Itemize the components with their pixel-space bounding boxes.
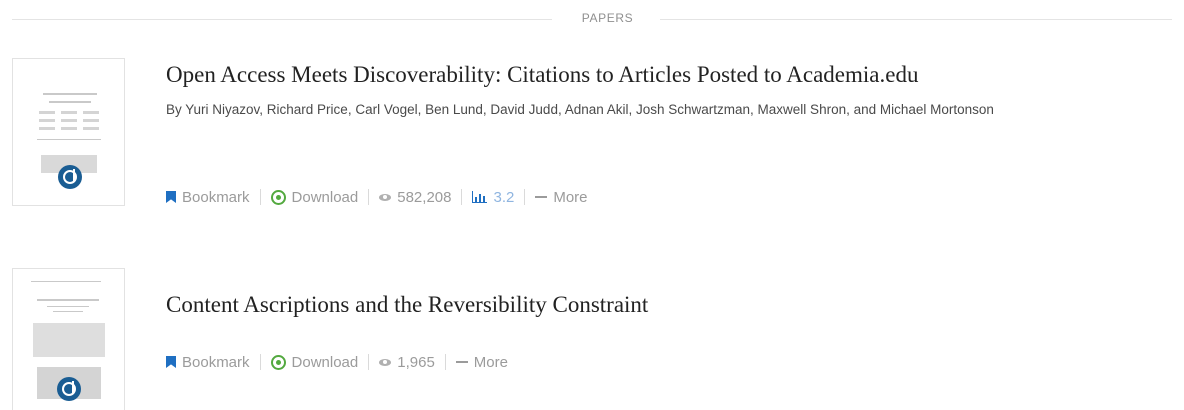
- eye-icon: [379, 193, 392, 201]
- paper-actions: Bookmark Download 1,965 More: [166, 352, 508, 372]
- paper-actions: Bookmark Download 582,208 3.2 More: [166, 187, 588, 207]
- views-value: 1,965: [397, 353, 435, 371]
- separator: [444, 354, 446, 370]
- views-count: 1,965: [379, 354, 435, 371]
- download-icon: [270, 189, 286, 205]
- bookmark-label: Bookmark: [182, 188, 250, 206]
- papers-section: PAPERS Open Access Meets Discoverability…: [0, 0, 1184, 410]
- more-button[interactable]: More: [535, 188, 588, 206]
- separator: [461, 189, 463, 205]
- download-label: Download: [291, 353, 359, 371]
- paper-authors: By Yuri Niyazov, Richard Price, Carl Vog…: [166, 102, 994, 117]
- paper-title[interactable]: Content Ascriptions and the Reversibilit…: [166, 292, 648, 318]
- divider-left: [12, 19, 552, 20]
- views-value: 582,208: [397, 188, 452, 206]
- download-button[interactable]: Download: [270, 188, 359, 206]
- views-count: 582,208: [379, 189, 451, 206]
- academia-logo-icon: [57, 377, 81, 401]
- divider-right: [660, 19, 1172, 20]
- section-header: PAPERS: [0, 8, 1184, 30]
- more-icon: [535, 196, 548, 198]
- section-title: PAPERS: [581, 11, 634, 25]
- separator: [524, 189, 526, 205]
- separator: [259, 354, 261, 370]
- more-icon: [455, 361, 468, 363]
- download-button[interactable]: Download: [270, 353, 359, 371]
- paper-item: Open Access Meets Discoverability: Citat…: [0, 56, 1184, 212]
- bookmark-icon: [166, 191, 176, 203]
- download-icon: [270, 354, 286, 370]
- bookmark-button[interactable]: Bookmark: [166, 354, 250, 371]
- bookmark-button[interactable]: Bookmark: [166, 189, 250, 206]
- bookmark-icon: [166, 356, 176, 368]
- more-label: More: [553, 188, 588, 206]
- separator: [368, 189, 370, 205]
- eye-icon: [379, 358, 392, 366]
- paper-title[interactable]: Open Access Meets Discoverability: Citat…: [166, 62, 918, 88]
- impact-stat[interactable]: 3.2: [472, 189, 514, 206]
- separator: [368, 354, 370, 370]
- paper-thumbnail[interactable]: [12, 58, 125, 206]
- bar-chart-icon: [472, 191, 488, 203]
- paper-thumbnail[interactable]: [12, 268, 125, 410]
- download-label: Download: [291, 188, 359, 206]
- bookmark-label: Bookmark: [182, 353, 250, 371]
- separator: [259, 189, 261, 205]
- impact-value: 3.2: [493, 188, 515, 206]
- paper-item: Content Ascriptions and the Reversibilit…: [0, 266, 1184, 410]
- academia-logo-icon: [58, 165, 82, 189]
- more-label: More: [473, 353, 508, 371]
- more-button[interactable]: More: [455, 353, 508, 371]
